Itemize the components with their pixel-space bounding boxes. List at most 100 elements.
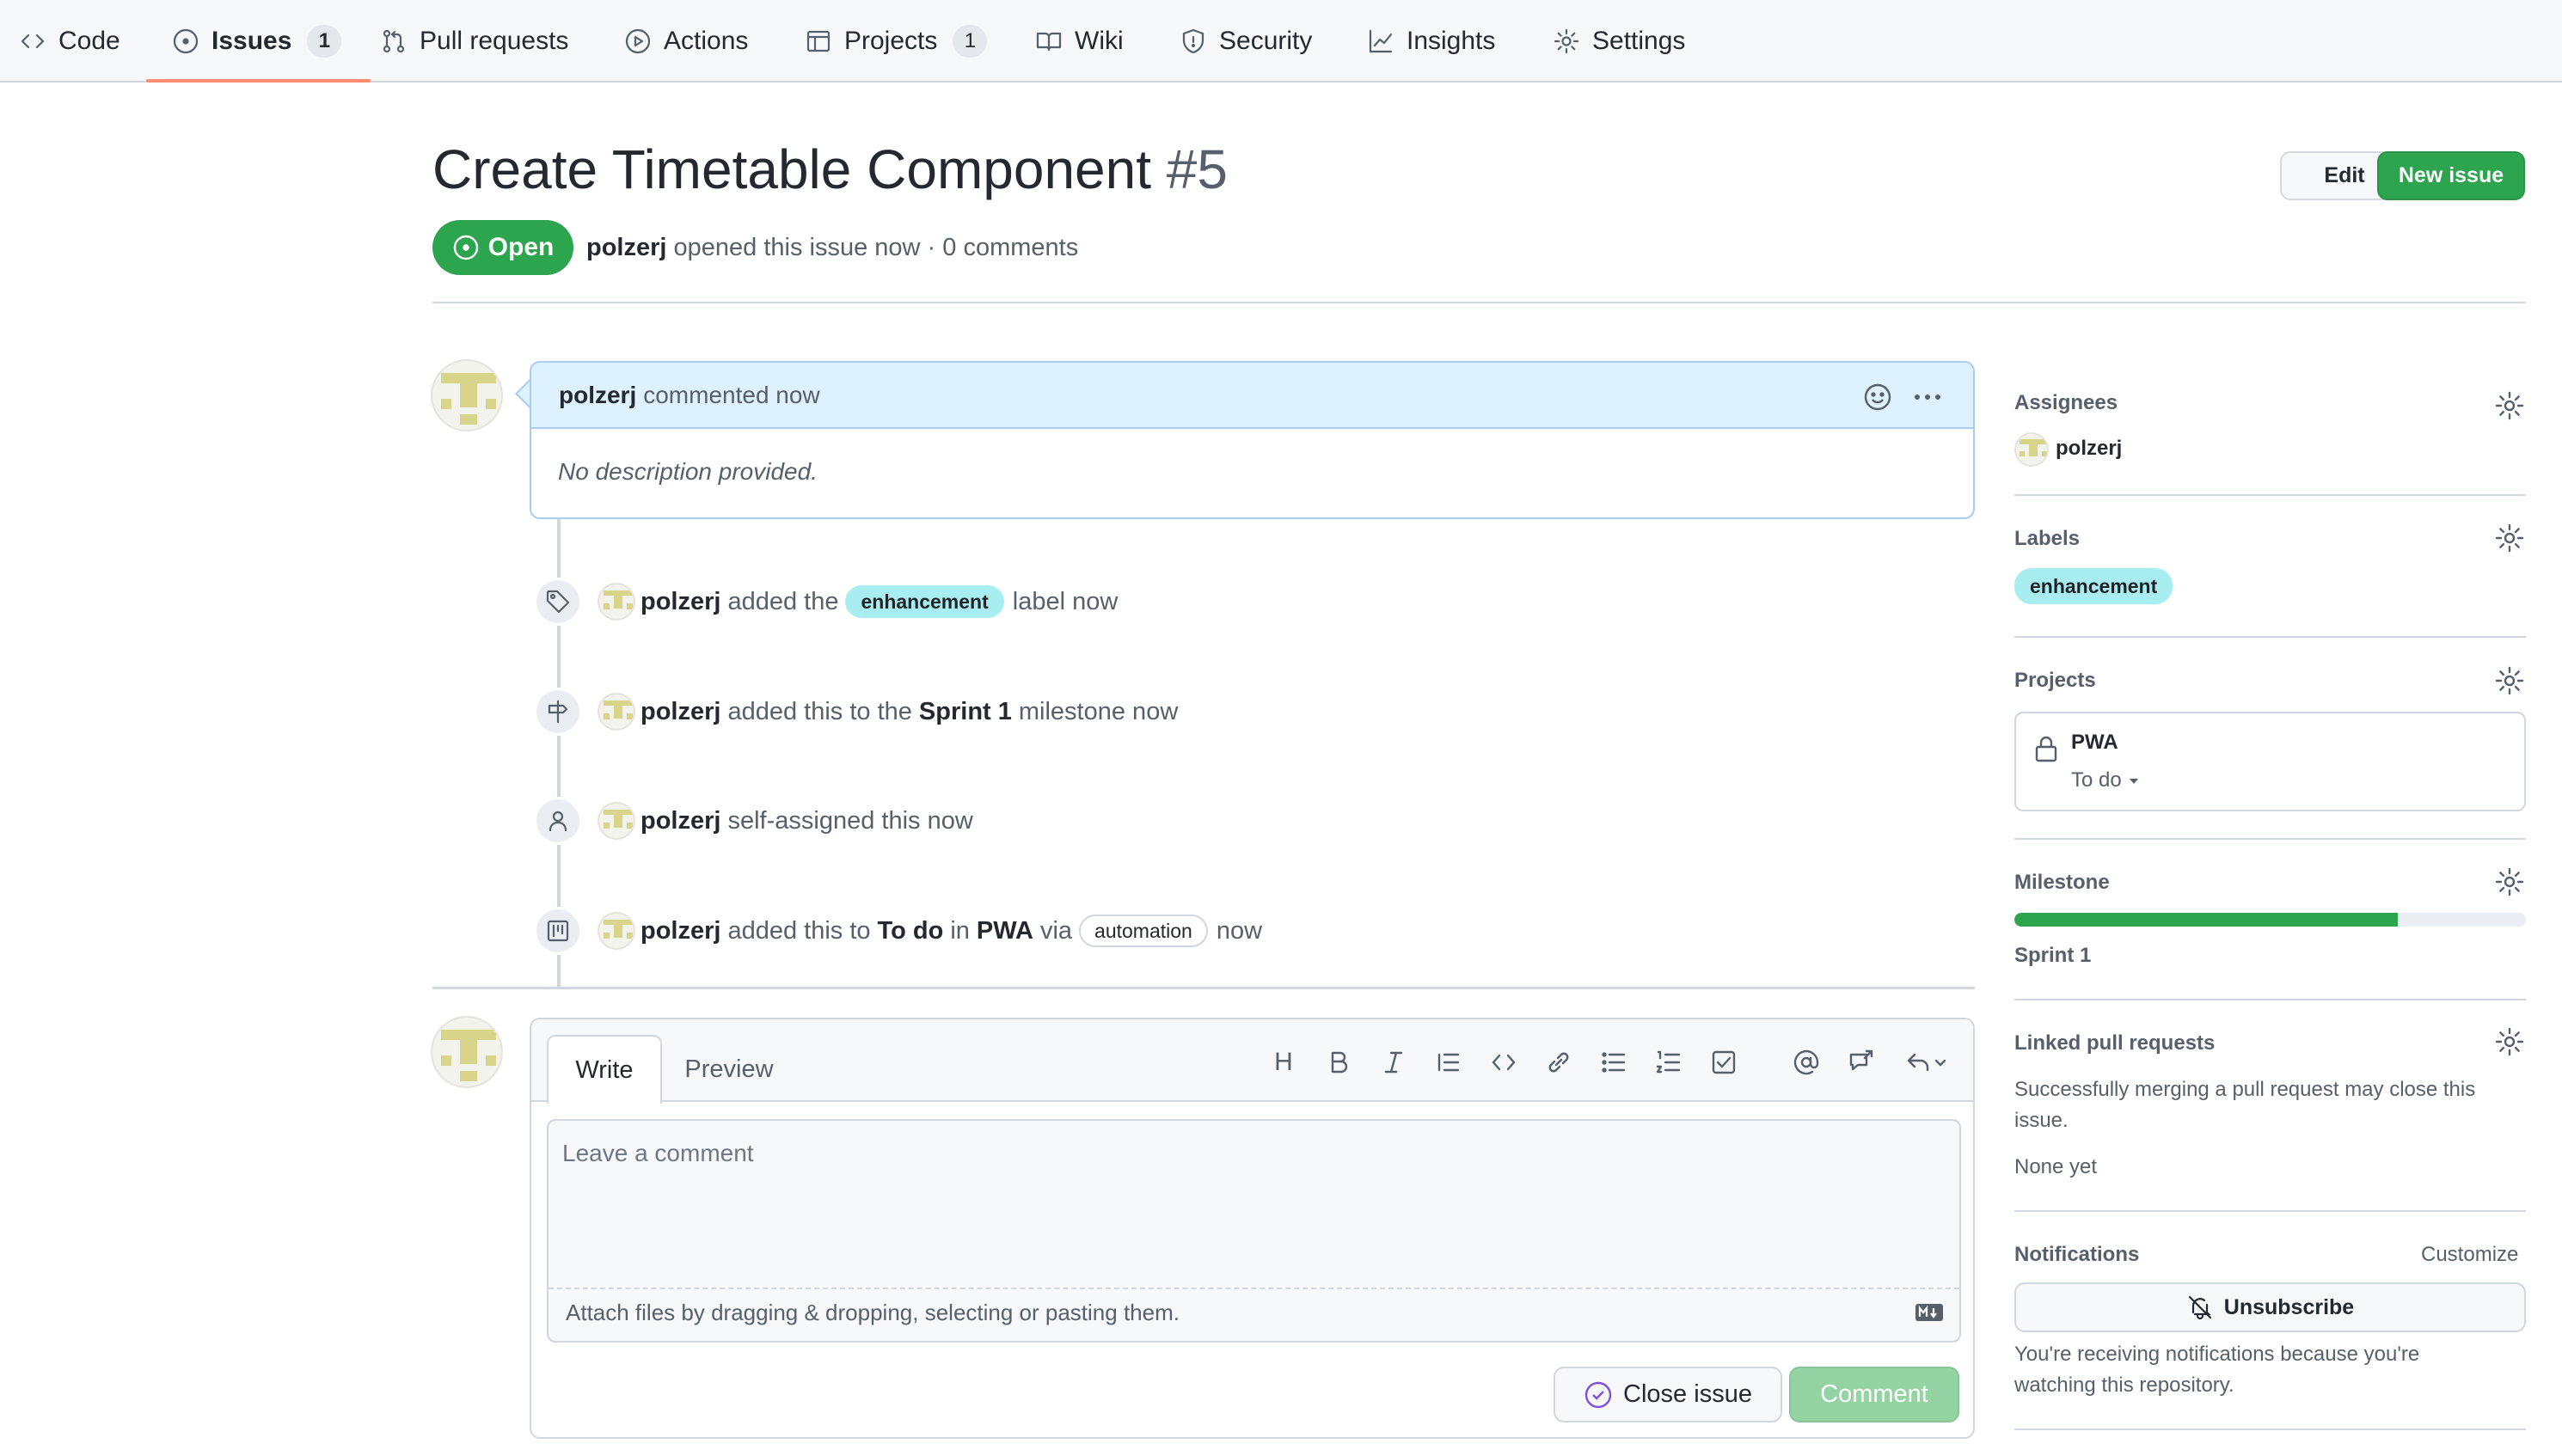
gear-icon[interactable]: [2494, 523, 2525, 554]
tab-actions[interactable]: Actions: [624, 0, 748, 83]
divider: [2014, 838, 2526, 840]
code-icon[interactable]: [1489, 1048, 1518, 1077]
notifications-heading: Notifications: [2014, 1243, 2140, 1266]
timeline-event-label: polzerj added the enhancement label now: [534, 576, 1909, 627]
bell-slash-icon: [2188, 1295, 2211, 1320]
mention-icon[interactable]: [1792, 1048, 1821, 1077]
tab-issues[interactable]: Issues 1: [145, 0, 371, 83]
customize-link[interactable]: Customize: [2421, 1243, 2518, 1267]
gear-icon[interactable]: [2494, 866, 2525, 897]
tab-wiki[interactable]: Wiki: [1035, 0, 1124, 83]
close-issue-button[interactable]: Close issue: [1554, 1367, 1782, 1422]
linked-prs-heading: Linked pull requests: [2014, 1031, 2216, 1055]
gear-icon[interactable]: [2494, 665, 2525, 696]
divider: [432, 987, 1975, 989]
avatar[interactable]: [598, 583, 635, 621]
issue-closed-icon: [1584, 1381, 1612, 1408]
issue-opened-icon: [173, 28, 199, 54]
tab-settings[interactable]: Settings: [1553, 0, 1685, 83]
projects-heading: Projects: [2014, 669, 2096, 692]
avatar[interactable]: [2014, 432, 2049, 467]
timeline-event-assign: polzerj self-assigned this now: [534, 795, 1909, 847]
labels-heading: Labels: [2014, 527, 2081, 550]
quote-icon[interactable]: [1434, 1048, 1463, 1077]
comment-author[interactable]: polzerj: [559, 382, 636, 409]
event-user[interactable]: polzerj: [640, 807, 720, 835]
repo-nav: Code Issues 1 Pull requests Actions Proj…: [0, 0, 2562, 83]
link-icon[interactable]: [1544, 1048, 1573, 1077]
divider: [2014, 999, 2526, 1000]
tab-pull-requests[interactable]: Pull requests: [380, 0, 568, 83]
milestone-name[interactable]: Sprint 1: [2014, 944, 2091, 968]
bold-icon[interactable]: [1324, 1048, 1353, 1077]
issues-count: 1: [307, 25, 342, 58]
person-icon: [549, 811, 567, 832]
code-icon: [21, 34, 45, 49]
editor-toolbar: Write Preview H: [531, 1019, 1973, 1104]
attach-files-hint[interactable]: Attach files by dragging & dropping, sel…: [566, 1300, 1180, 1326]
avatar[interactable]: [598, 693, 635, 731]
issue-opened-icon: [453, 235, 478, 260]
avatar[interactable]: [431, 359, 503, 431]
cross-reference-icon[interactable]: [1847, 1048, 1876, 1077]
project-icon: [547, 920, 569, 942]
event-user[interactable]: polzerj: [640, 588, 720, 616]
comment-textarea-wrap: Attach files by dragging & dropping, sel…: [547, 1119, 1961, 1343]
avatar[interactable]: [598, 912, 635, 950]
unordered-list-icon[interactable]: [1599, 1048, 1628, 1077]
project-link[interactable]: PWA: [977, 917, 1033, 945]
milestone-heading: Milestone: [2014, 871, 2110, 894]
markdown-icon[interactable]: [1915, 1303, 1944, 1322]
italic-icon[interactable]: [1379, 1048, 1408, 1077]
status-badge: Open: [432, 220, 573, 275]
label-badge[interactable]: enhancement: [2014, 568, 2173, 604]
tag-icon: [546, 590, 570, 614]
comment-box: polzerj commented now No description pro…: [530, 361, 1975, 519]
gear-icon[interactable]: [2494, 1026, 2525, 1057]
new-issue-button[interactable]: New issue: [2377, 151, 2525, 200]
table-icon: [806, 30, 831, 52]
divider: [2014, 1428, 2526, 1430]
shield-icon: [1182, 28, 1204, 54]
tab-insights[interactable]: Insights: [1367, 0, 1495, 83]
book-icon: [1036, 32, 1062, 52]
assignee-name[interactable]: polzerj: [2056, 437, 2122, 461]
avatar[interactable]: [431, 1016, 503, 1088]
comment-input[interactable]: [549, 1121, 1959, 1289]
unsubscribe-button[interactable]: Unsubscribe: [2014, 1282, 2526, 1332]
reply-dropdown-icon[interactable]: [1903, 1048, 1955, 1077]
triangle-down-icon: [2129, 779, 2138, 784]
tab-write[interactable]: Write: [547, 1035, 662, 1104]
heading-icon[interactable]: H: [1269, 1048, 1298, 1077]
milestone-icon: [548, 700, 568, 724]
tab-preview[interactable]: Preview: [669, 1035, 789, 1104]
smiley-icon[interactable]: [1862, 382, 1893, 413]
kebab-horizontal-icon[interactable]: [1912, 382, 1943, 413]
ordered-list-icon[interactable]: [1654, 1048, 1683, 1077]
event-user[interactable]: polzerj: [640, 698, 720, 726]
automation-badge: automation: [1079, 915, 1208, 947]
avatar[interactable]: [598, 802, 635, 840]
label-badge[interactable]: enhancement: [845, 585, 1004, 618]
tab-security[interactable]: Security: [1180, 0, 1312, 83]
milestone-link[interactable]: Sprint 1: [919, 698, 1012, 726]
project-name[interactable]: PWA: [2071, 731, 2118, 755]
milestone-progress-bar: [2014, 913, 2526, 927]
comment-button[interactable]: Comment: [1789, 1367, 1959, 1422]
git-pull-request-icon: [383, 29, 405, 53]
author-link[interactable]: polzerj: [586, 234, 666, 261]
issue-title: Create Timetable Component #5: [432, 138, 1228, 200]
lock-icon: [2035, 736, 2057, 762]
divider: [432, 302, 2526, 303]
notification-reason: You're receiving notifications because y…: [2014, 1343, 2420, 1397]
gear-icon[interactable]: [2494, 390, 2525, 421]
projects-count: 1: [953, 25, 988, 58]
timeline-event-milestone: polzerj added this to the Sprint 1 miles…: [534, 686, 1909, 737]
task-list-icon[interactable]: [1709, 1048, 1738, 1077]
tab-code[interactable]: Code: [19, 0, 120, 83]
divider: [2014, 494, 2526, 496]
project-column-select[interactable]: To do: [2071, 768, 2141, 792]
event-user[interactable]: polzerj: [640, 917, 720, 945]
tab-projects[interactable]: Projects 1: [805, 0, 988, 83]
divider: [2014, 1210, 2526, 1212]
